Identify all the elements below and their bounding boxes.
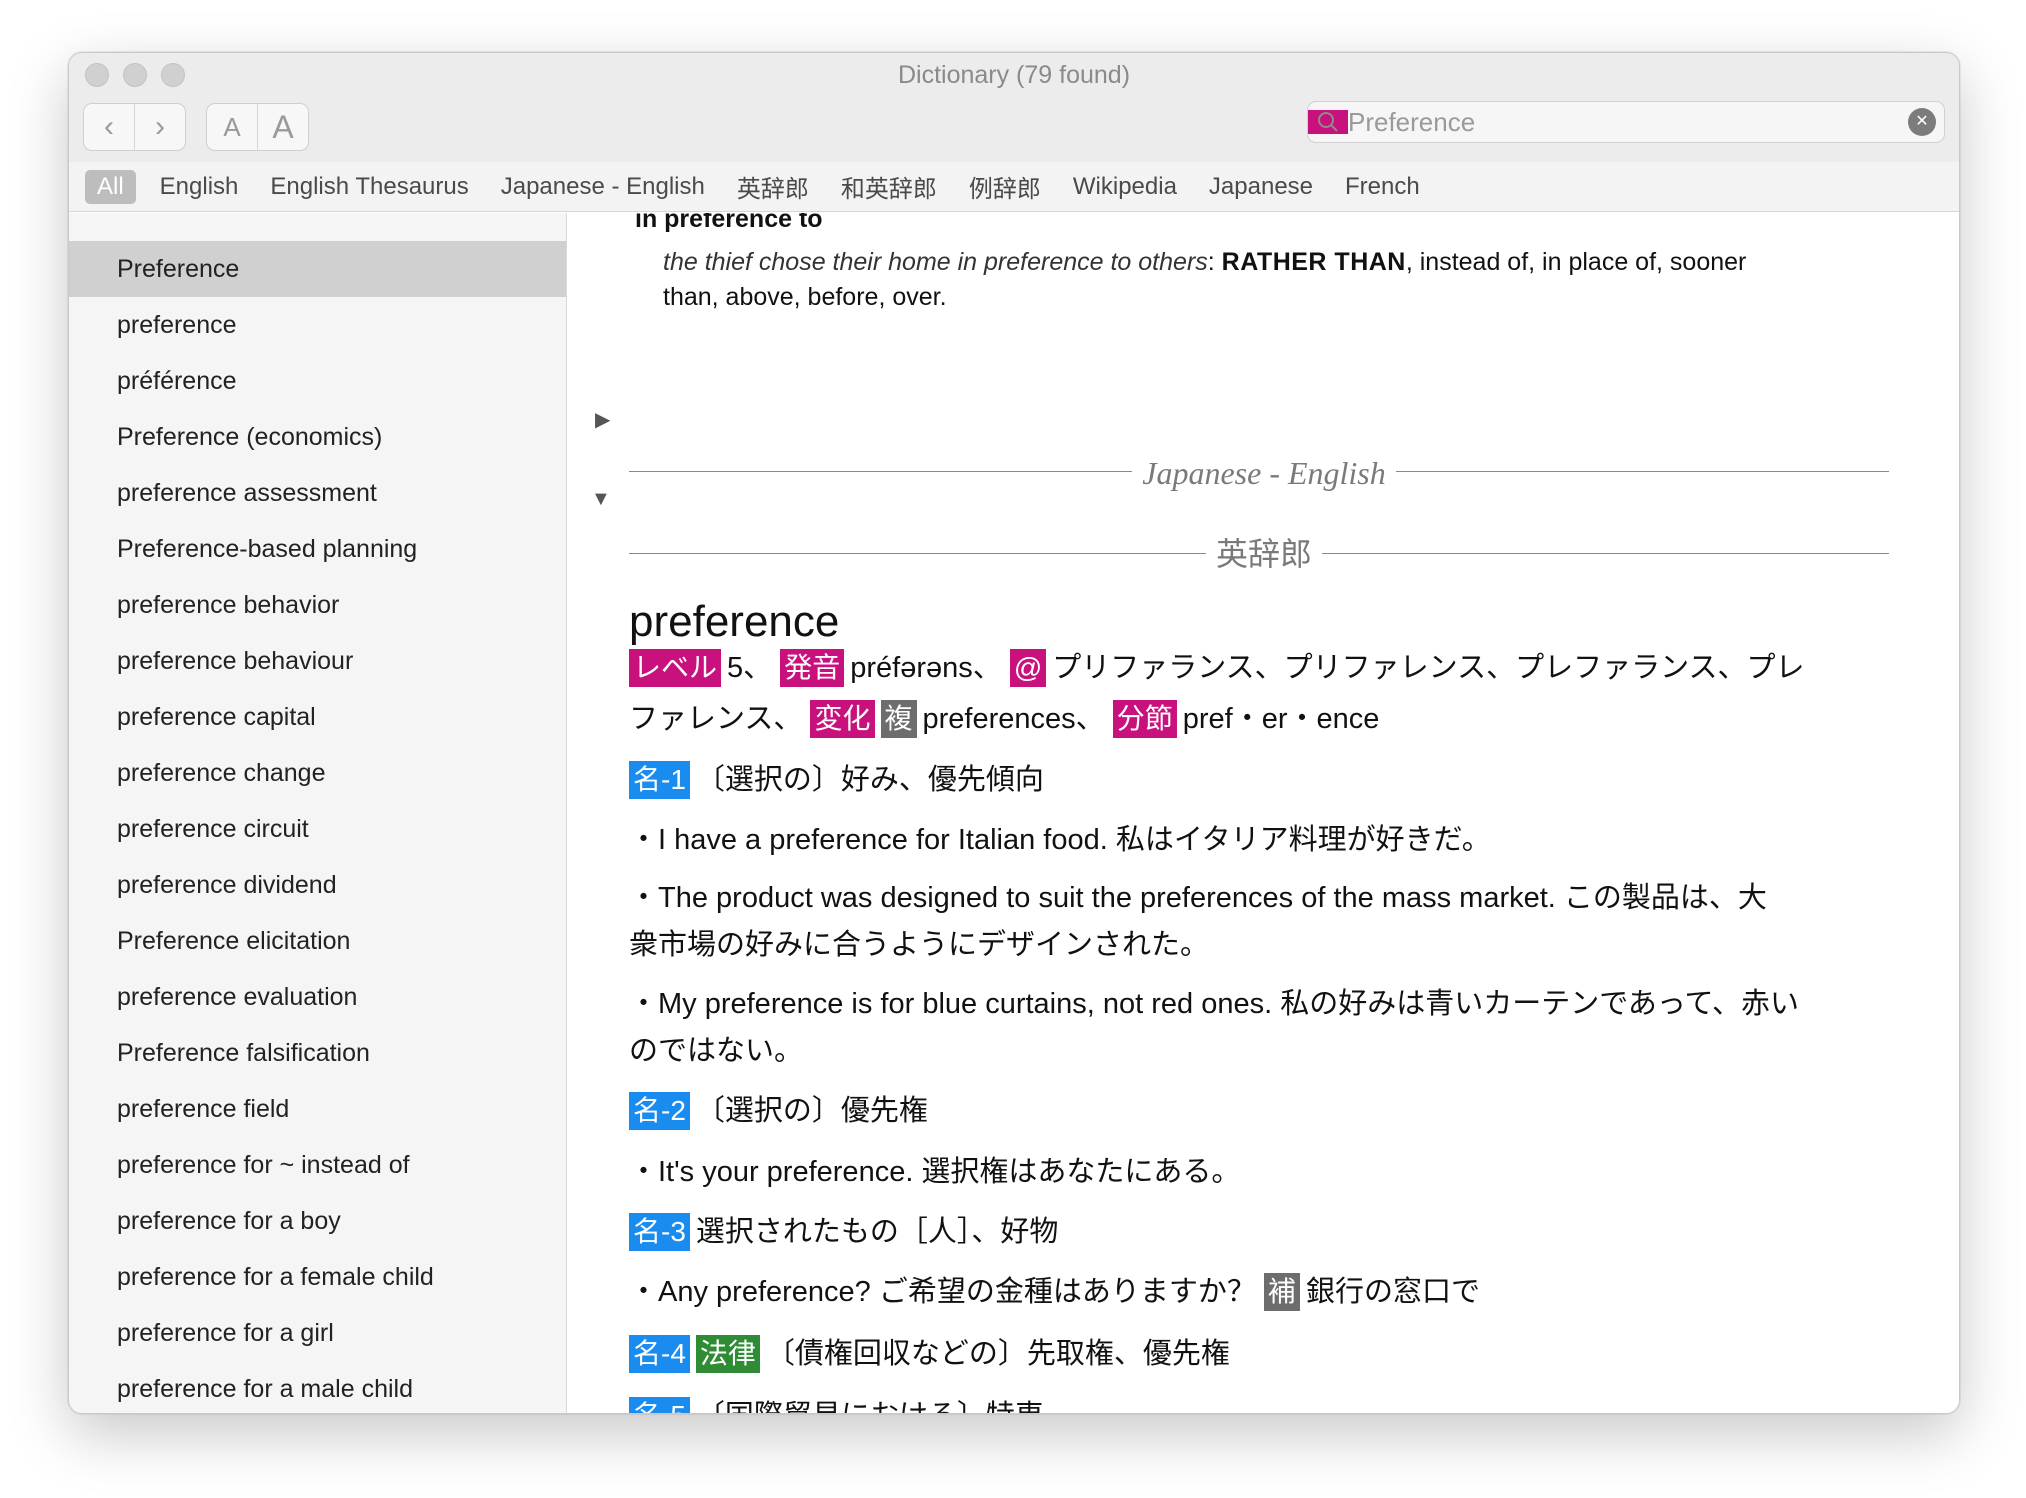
navigation-buttons: ‹ ›: [83, 103, 186, 151]
example-2: ・The product was designed to suit the pr…: [629, 882, 1767, 914]
back-button[interactable]: ‹: [84, 104, 134, 150]
example-3-cont: のではない。: [629, 1035, 804, 1067]
example-2-cont: 衆市場の好みに合うようにデザインされた。: [629, 929, 1210, 961]
inflection-tag: 変化: [810, 700, 875, 738]
definition-pane: in preference to the thief chose their h…: [567, 213, 1959, 1413]
scope-japanese-english[interactable]: Japanese - English: [493, 171, 713, 203]
supplement-tag: 補: [1263, 1273, 1300, 1311]
example-1: ・I have a preference for Italian food. 私…: [629, 824, 1491, 856]
thesaurus-phrase: in preference to: [635, 213, 823, 233]
chevron-right-icon: ›: [155, 110, 165, 143]
scope-french[interactable]: French: [1337, 171, 1428, 203]
katakana-tag: @: [1009, 649, 1047, 687]
result-item[interactable]: preference field: [69, 1081, 566, 1137]
scope-japanese[interactable]: Japanese: [1201, 171, 1321, 203]
scope-eijiro[interactable]: 英辞郎: [729, 167, 817, 206]
sense-tag: 名-2: [629, 1092, 690, 1130]
results-sidebar: Preference preference préférence Prefere…: [69, 213, 567, 1413]
thesaurus-definition: the thief chose their home in preference…: [663, 248, 1747, 276]
example-3: ・My preference is for blue curtains, not…: [629, 988, 1800, 1020]
result-item[interactable]: preference behaviour: [69, 633, 566, 689]
sense-5: 名-5〔国際貿易における〕特恵: [629, 1391, 1044, 1413]
result-item[interactable]: preference evaluation: [69, 969, 566, 1025]
chevron-left-icon: ‹: [104, 110, 114, 143]
result-item[interactable]: Preference-based planning: [69, 521, 566, 577]
sense-tag: 名-1: [629, 761, 690, 799]
sense-tag: 名-4: [629, 1335, 690, 1373]
search-input[interactable]: [1348, 106, 1908, 138]
clear-search-button[interactable]: ✕: [1908, 108, 1936, 136]
font-size-buttons: A A: [206, 103, 309, 151]
thesaurus-definition-cont: than, above, before, over.: [663, 283, 947, 311]
scope-waeijiro[interactable]: 和英辞郎: [833, 167, 945, 206]
result-item[interactable]: preference circuit: [69, 801, 566, 857]
result-item[interactable]: preference for a girl: [69, 1305, 566, 1361]
titlebar: Dictionary (79 found) ‹ › A A ✕: [69, 53, 1959, 163]
sense-tag: 名-5: [629, 1397, 690, 1413]
result-item[interactable]: preference for a male child: [69, 1361, 566, 1413]
sense-tag: 名-3: [629, 1213, 690, 1251]
search-field[interactable]: ✕: [1307, 101, 1945, 143]
window-title: Dictionary (79 found): [897, 61, 1131, 89]
result-item[interactable]: préférence: [69, 353, 566, 409]
syllabification-tag: 分節: [1112, 700, 1177, 738]
scope-english-thesaurus[interactable]: English Thesaurus: [262, 171, 476, 203]
search-icon: [1308, 110, 1348, 134]
plural-tag: 複: [880, 700, 917, 738]
font-smaller-button[interactable]: A: [207, 104, 257, 150]
scope-reijiro[interactable]: 例辞郎: [961, 167, 1049, 206]
result-item[interactable]: Preference (economics): [69, 409, 566, 465]
section-separator-japanese-english: Japanese - English: [629, 455, 1899, 491]
forward-button[interactable]: ›: [134, 104, 185, 150]
entry-headword: preference: [629, 597, 840, 646]
result-item[interactable]: Preference: [69, 241, 566, 297]
result-item[interactable]: preference capital: [69, 689, 566, 745]
dictionary-window: Dictionary (79 found) ‹ › A A ✕ All Engl…: [68, 52, 1960, 1414]
result-item[interactable]: preference change: [69, 745, 566, 801]
close-icon: ✕: [1915, 113, 1929, 130]
result-item[interactable]: preference for a boy: [69, 1193, 566, 1249]
pronunciation-tag: 発音: [780, 649, 845, 687]
result-item[interactable]: Preference falsification: [69, 1025, 566, 1081]
sense-1: 名-1 〔選択の〕好み、優先傾向: [629, 755, 1044, 805]
disclosure-collapsed-icon[interactable]: ▶: [595, 407, 610, 432]
sense-4: 名-4 法律 〔債権回収などの〕先取権、優先権: [629, 1329, 1230, 1379]
result-item[interactable]: preference behavior: [69, 577, 566, 633]
font-larger-button[interactable]: A: [257, 104, 308, 150]
result-item[interactable]: preference dividend: [69, 857, 566, 913]
example-5: ・Any preference? ご希望の金種はありますか？ 補銀行の窓口で: [629, 1267, 1480, 1317]
entry-info-line-1: レベル 5、 発音 préfərəns、 @ プリファランス、プリファレンス、プレファ…: [629, 643, 1805, 693]
scope-all[interactable]: All: [85, 169, 136, 204]
dictionary-scope-bar: All English English Thesaurus Japanese -…: [69, 162, 1959, 212]
result-item[interactable]: Preference elicitation: [69, 913, 566, 969]
scope-wikipedia[interactable]: Wikipedia: [1065, 171, 1185, 203]
result-item[interactable]: preference assessment: [69, 465, 566, 521]
level-tag: レベル: [629, 649, 722, 687]
sense-2: 名-2 〔選択の〕優先権: [629, 1086, 928, 1136]
result-item[interactable]: preference for ~ instead of: [69, 1137, 566, 1193]
sense-3: 名-3 選択されたもの［人］、好物: [629, 1207, 1058, 1257]
section-separator-eijiro: 英辞郎: [629, 535, 1899, 573]
entry-info-line-2: ファレンス、 変化複 preferences、 分節 pref・er・ence: [629, 694, 1379, 744]
scope-english[interactable]: English: [152, 171, 247, 203]
result-item[interactable]: preference for a female child: [69, 1249, 566, 1305]
law-tag: 法律: [695, 1335, 760, 1373]
example-4: ・It's your preference. 選択権はあなたにある。: [629, 1156, 1241, 1188]
disclosure-expanded-icon[interactable]: ▼: [591, 488, 611, 511]
result-item[interactable]: preference: [69, 297, 566, 353]
